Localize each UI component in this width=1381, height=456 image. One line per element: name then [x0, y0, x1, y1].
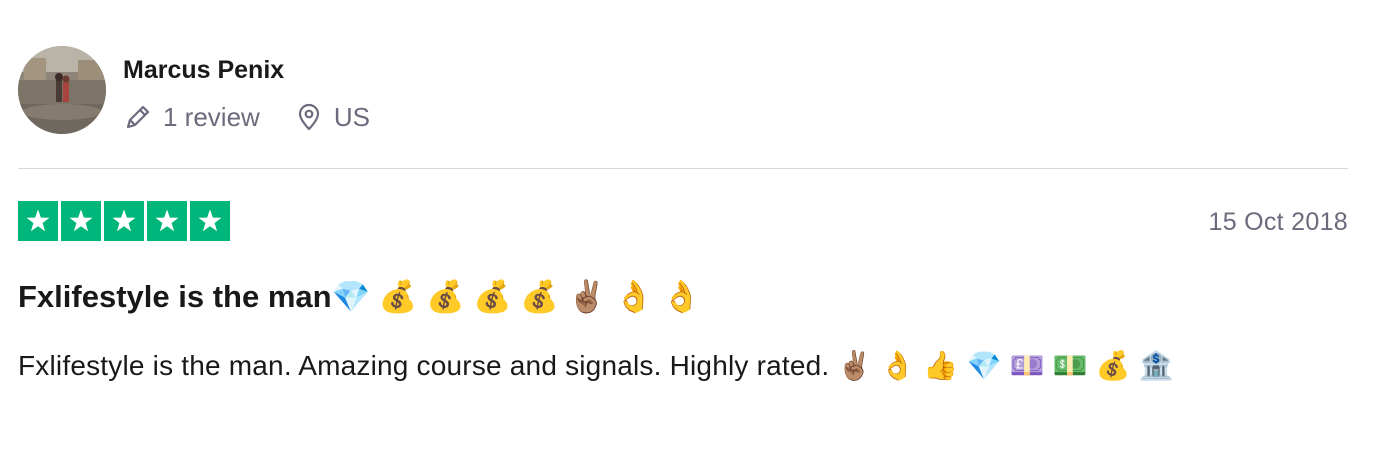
- avatar[interactable]: [18, 46, 106, 134]
- star-icon: [198, 209, 222, 232]
- star-5: [190, 201, 230, 241]
- review-date: 15 Oct 2018: [1208, 208, 1348, 236]
- star-1: [18, 201, 58, 241]
- consumer-info: Marcus Penix 1 review US: [18, 46, 370, 138]
- star-icon: [69, 209, 93, 232]
- review-count: 1 review: [123, 102, 260, 132]
- location-pin-icon: [294, 102, 324, 132]
- consumer-location: US: [294, 102, 370, 132]
- review-title[interactable]: Fxlifestyle is the man💎 💰 💰 💰 💰 ✌🏽 👌 👌: [18, 278, 701, 316]
- star-rating: [18, 201, 230, 241]
- consumer-name[interactable]: Marcus Penix: [123, 56, 370, 84]
- review-card: Marcus Penix 1 review US 15 Oct 2018 Fxl…: [0, 0, 1381, 456]
- review-count-label: 1 review: [163, 102, 260, 132]
- pencil-icon: [123, 102, 153, 132]
- star-icon: [26, 209, 50, 232]
- star-icon: [112, 209, 136, 232]
- star-2: [61, 201, 101, 241]
- divider: [18, 168, 1348, 169]
- review-body: Fxlifestyle is the man. Amazing course a…: [18, 350, 1174, 381]
- avatar-photo: [18, 46, 106, 134]
- star-icon: [155, 209, 179, 232]
- star-3: [104, 201, 144, 241]
- rating-row: 15 Oct 2018: [18, 201, 1348, 243]
- consumer-meta: 1 review US: [123, 102, 370, 132]
- country-label: US: [333, 102, 370, 132]
- star-4: [147, 201, 187, 241]
